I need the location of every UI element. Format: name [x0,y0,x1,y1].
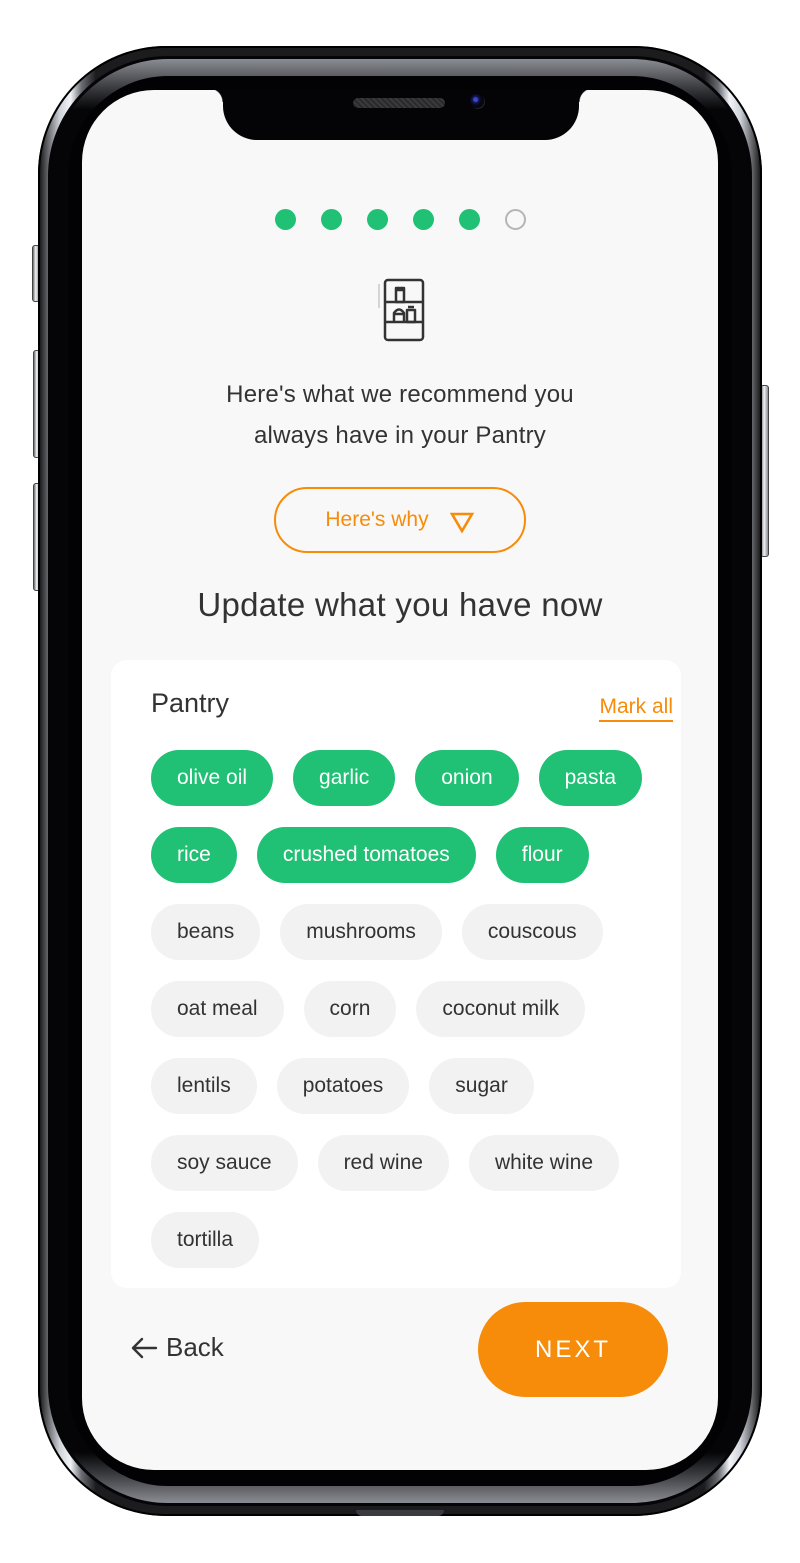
progress-dot-6 [504,209,526,230]
heres-why-button[interactable]: Here's why [274,487,526,553]
intro-line-1: Here's what we recommend you [226,381,574,408]
pantry-chip[interactable]: olive oil [151,750,274,806]
pantry-chip[interactable]: oat meal [151,981,284,1037]
heres-why-label: Here's why [325,508,429,531]
mark-all-link[interactable]: Mark all [599,695,673,722]
pantry-chip[interactable]: potatoes [276,1058,410,1114]
pantry-chip[interactable]: pasta [538,750,642,806]
pantry-chip[interactable]: soy sauce [151,1135,298,1191]
earpiece-speaker [353,98,445,108]
pantry-chip[interactable]: garlic [293,750,396,806]
front-camera [470,94,484,108]
pantry-shelf-icon [376,276,426,344]
pantry-card: Pantry Mark all olive oil garlic onion past… [111,660,681,1288]
pantry-chip[interactable]: lentils [151,1058,257,1114]
pantry-chip[interactable]: sugar [429,1058,534,1114]
back-button[interactable]: Back [130,1332,224,1363]
pantry-chip[interactable]: crushed tomatoes [256,827,476,883]
update-heading: Update what you have now [197,586,603,623]
next-button[interactable]: NEXT [478,1302,668,1397]
pantry-chip[interactable]: tortilla [151,1212,260,1268]
pantry-chip[interactable]: rice [151,827,237,883]
pantry-chip[interactable]: coconut milk [416,981,586,1037]
pantry-chip[interactable]: red wine [317,1135,449,1191]
pantry-chip[interactable]: couscous [461,904,603,960]
progress-dot-2 [320,209,342,230]
pantry-chip[interactable]: white wine [468,1135,620,1191]
pantry-chip[interactable]: flour [495,827,589,883]
back-label: Back [166,1332,224,1362]
progress-dot-3 [366,209,388,230]
intro-line-2: always have in your Pantry [253,422,546,449]
phone-bottom-port [356,1510,444,1516]
triangle-down-icon [449,512,474,533]
arrow-left-icon [131,1337,158,1358]
pantry-chip[interactable]: corn [303,981,397,1037]
pantry-chip[interactable]: beans [151,904,261,960]
progress-dot-4 [412,209,434,230]
intro-text: Here's what we recommend you always have… [82,374,718,456]
app-screen: Here's what we recommend you always have… [82,90,718,1470]
pantry-title: Pantry [151,688,230,718]
phone-notch [209,90,593,140]
pantry-chip[interactable]: mushrooms [280,904,442,960]
progress-dot-1 [274,209,296,230]
progress-dot-5 [458,209,480,230]
onboarding-progress [82,209,718,230]
pantry-chip[interactable]: onion [415,750,519,806]
pantry-chip-list: olive oil garlic onion pasta rice crushed tom… [151,750,671,1268]
